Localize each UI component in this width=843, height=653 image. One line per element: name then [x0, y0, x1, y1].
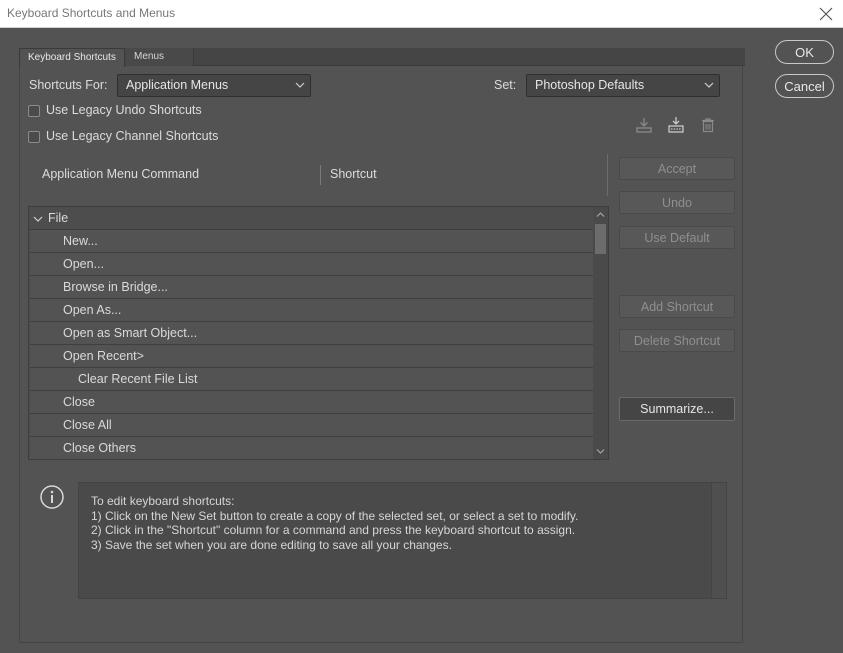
tab-strip: Keyboard Shortcuts Menus [19, 48, 745, 67]
chevron-down-icon[interactable] [596, 448, 605, 455]
undo-button[interactable]: Undo [619, 191, 735, 214]
set-label: Set: [494, 78, 517, 92]
table-header: Application Menu Command Shortcut [28, 154, 608, 196]
use-default-button[interactable]: Use Default [619, 226, 735, 249]
shortcuts-for-value: Application Menus [126, 78, 229, 92]
legacy-undo-checkbox[interactable] [28, 105, 40, 117]
info-text: To edit keyboard shortcuts: 1) Click on … [91, 494, 579, 552]
list-item-label: Close All [63, 418, 112, 432]
list-item[interactable]: Close [30, 391, 594, 414]
list-item-label: Clear Recent File List [78, 372, 198, 386]
close-window-button[interactable] [815, 3, 837, 25]
tab-keyboard-shortcuts[interactable]: Keyboard Shortcuts [19, 48, 125, 67]
list-item-label: Close Others [63, 441, 136, 455]
info-icon [40, 485, 64, 509]
shortcuts-for-label: Shortcuts For: [29, 78, 108, 92]
list-item[interactable]: Clear Recent File List [30, 368, 594, 391]
info-scrollbar[interactable] [711, 483, 726, 598]
legacy-undo-label: Use Legacy Undo Shortcuts [46, 103, 202, 117]
summarize-button[interactable]: Summarize... [619, 397, 735, 421]
new-set-icon [668, 117, 684, 133]
chevron-up-icon[interactable] [596, 211, 605, 218]
list-item[interactable]: Close Others [30, 437, 594, 459]
column-header-shortcut[interactable]: Shortcut [330, 167, 377, 181]
add-shortcut-button[interactable]: Add Shortcut [619, 295, 735, 318]
list-item[interactable]: Open As... [30, 299, 594, 322]
list-item[interactable]: Open as Smart Object... [30, 322, 594, 345]
header-divider [607, 154, 608, 196]
tab-menus[interactable]: Menus [126, 48, 194, 66]
close-icon [819, 7, 833, 21]
set-select[interactable]: Photoshop Defaults [526, 74, 720, 97]
chevron-down-icon [295, 82, 305, 88]
list-item[interactable]: Close All [30, 414, 594, 437]
window-title: Keyboard Shortcuts and Menus [7, 6, 176, 20]
list-item-label: Open As... [63, 303, 122, 317]
list-item-label: File [48, 211, 69, 225]
list-item[interactable]: Open Recent> [30, 345, 594, 368]
title-bar: Keyboard Shortcuts and Menus [0, 0, 843, 28]
set-value: Photoshop Defaults [535, 78, 645, 92]
list-item-label: Open Recent> [63, 349, 144, 363]
list-item-label: Open... [63, 257, 104, 271]
list-item[interactable]: Browse in Bridge... [30, 276, 594, 299]
delete-shortcut-button[interactable]: Delete Shortcut [619, 329, 735, 352]
list-item[interactable]: New... [30, 230, 594, 253]
shortcuts-for-select[interactable]: Application Menus [117, 74, 311, 97]
column-header-command[interactable]: Application Menu Command [42, 167, 199, 181]
cancel-button[interactable]: Cancel [775, 74, 834, 98]
chevron-down-icon [704, 82, 714, 88]
list-scrollbar[interactable] [593, 207, 608, 459]
list-item-label: Close [63, 395, 95, 409]
list-item-label: Browse in Bridge... [63, 280, 168, 294]
list-group-file[interactable]: File [29, 207, 594, 230]
info-box: To edit keyboard shortcuts: 1) Click on … [78, 482, 727, 599]
new-set-button[interactable] [666, 115, 686, 135]
column-divider[interactable] [320, 165, 321, 185]
delete-set-button[interactable] [698, 115, 718, 135]
save-set-button[interactable] [634, 115, 654, 135]
scrollbar-thumb[interactable] [595, 224, 606, 254]
save-set-icon [636, 118, 652, 133]
chevron-down-icon[interactable] [33, 214, 43, 224]
trash-icon [702, 118, 714, 133]
accept-button[interactable]: Accept [619, 157, 735, 180]
list-item-label: Open as Smart Object... [63, 326, 198, 340]
legacy-channel-checkbox[interactable] [28, 131, 40, 143]
list-item-label: New... [63, 234, 98, 248]
command-list[interactable]: File New... Open... Browse in Bridge... … [28, 206, 609, 460]
ok-button[interactable]: OK [775, 40, 834, 64]
list-item[interactable]: Open... [30, 253, 594, 276]
legacy-channel-label: Use Legacy Channel Shortcuts [46, 129, 219, 143]
